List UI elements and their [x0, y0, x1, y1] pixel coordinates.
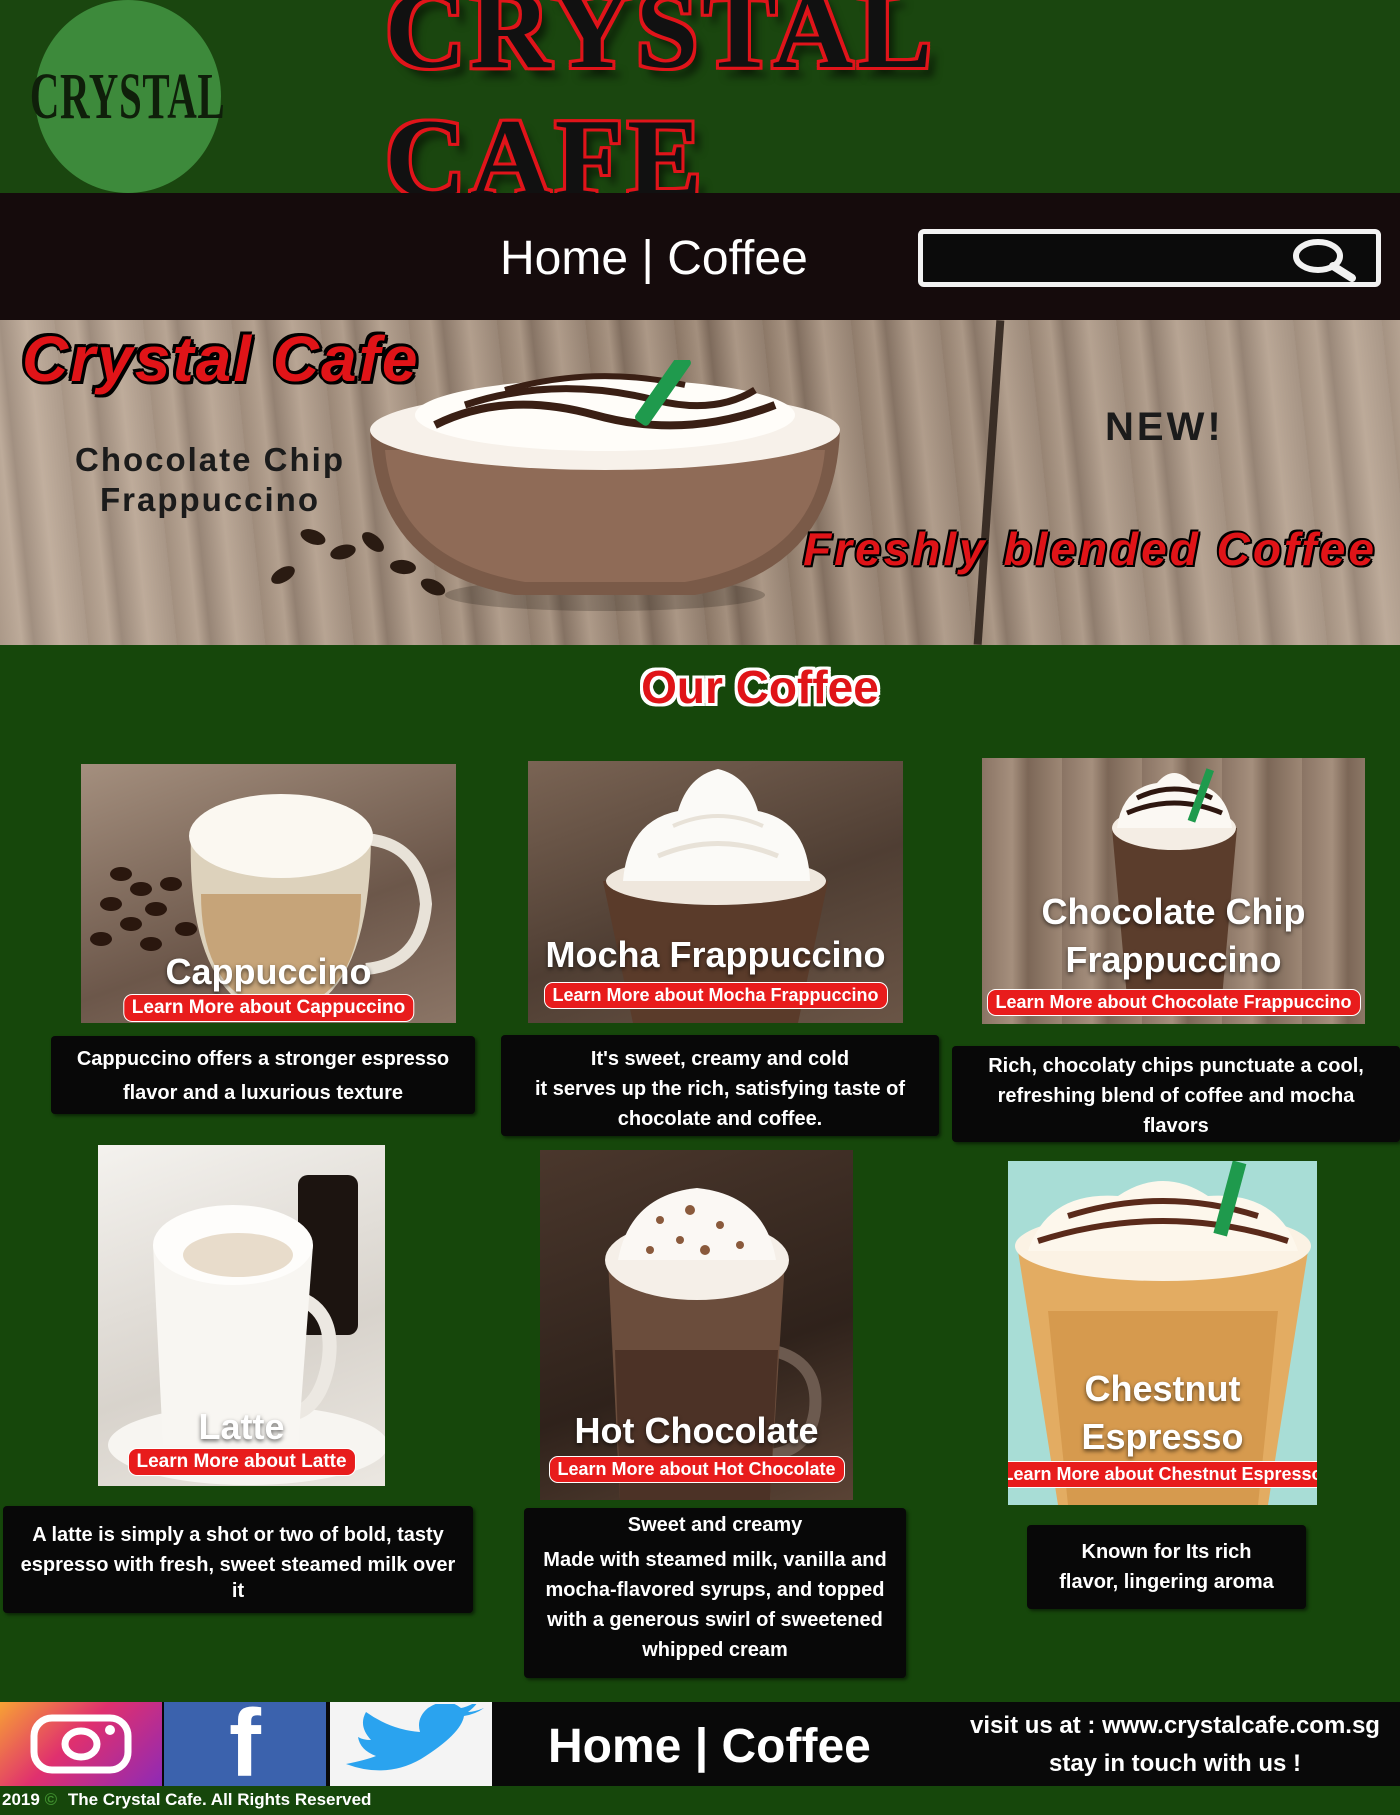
- footer-nav-separator: |: [694, 1720, 709, 1773]
- product-description: It's sweet, creamy and cold it serves up…: [501, 1035, 939, 1136]
- learn-more-button[interactable]: Learn More about Chocolate Frappuccino: [986, 989, 1361, 1016]
- brand-text: CRYSTAL CAFE: [385, 0, 930, 221]
- learn-more-button[interactable]: Learn More about Chestnut Espresso: [1008, 1461, 1317, 1488]
- description-line: with a generous swirl of sweetened: [547, 1609, 883, 1631]
- search-box: [918, 229, 1381, 287]
- description-line: it serves up the rich, satisfying taste …: [534, 1078, 906, 1100]
- description-line: flavor, lingering aroma: [1059, 1571, 1274, 1593]
- footer-coffee-link[interactable]: Coffee: [721, 1720, 870, 1773]
- facebook-link[interactable]: f: [164, 1690, 326, 1797]
- product-name: Latte: [198, 1406, 285, 1447]
- description-line: Rich, chocolaty chips punctuate a cool,: [988, 1055, 1364, 1077]
- footer-nav: Home | Coffee: [548, 1719, 871, 1774]
- learn-more-button[interactable]: Learn More about Cappuccino: [122, 994, 415, 1022]
- hero-subtitle: Chocolate Chip Frappuccino: [74, 441, 345, 518]
- hero-tagline: Freshly blended Coffee: [803, 523, 1377, 575]
- product-description: Cappuccino offers a stronger espresso fl…: [51, 1036, 475, 1114]
- description-line: whipped cream: [642, 1639, 788, 1661]
- logo[interactable]: CRYSTAL: [30, 0, 225, 193]
- learn-more-button[interactable]: Learn More about Mocha Frappuccino: [543, 982, 888, 1009]
- description-line: refreshing blend of coffee and mocha: [997, 1085, 1355, 1107]
- frappuccino-glass-image: [370, 360, 840, 611]
- product-description: Sweet and creamy Made with steamed milk,…: [524, 1508, 906, 1678]
- description-line: mocha-flavored syrups, and topped: [545, 1579, 885, 1601]
- description-line: it: [231, 1580, 245, 1602]
- product-name: Chocolate Chip Frappuccino: [1041, 891, 1306, 980]
- product-name: Mocha Frappuccino: [545, 934, 886, 975]
- product-name: Cappuccino: [165, 951, 372, 992]
- hero-title: Crystal Cafe: [22, 323, 420, 395]
- description-line: A latte is simply a shot or two of bold,…: [32, 1524, 444, 1546]
- copyright-symbol: ©: [44, 1790, 58, 1809]
- section-title: Our Coffee: [641, 661, 879, 713]
- nav-links: Home | Coffee: [500, 231, 808, 286]
- site-header: CRYSTAL CRYSTAL CAFE: [0, 0, 1400, 221]
- product-name: Chestnut Espresso: [1081, 1368, 1244, 1457]
- nav-home-link[interactable]: Home: [500, 232, 628, 285]
- hero-new-badge: NEW!: [1105, 405, 1224, 449]
- footer-visit-text: visit us at : www.crystalcafe.com.sg: [970, 1712, 1380, 1739]
- search-input[interactable]: [931, 240, 1311, 276]
- nav-coffee-link[interactable]: Coffee: [667, 232, 808, 285]
- facebook-icon: f: [229, 1690, 261, 1797]
- logo-text: CRYSTAL: [30, 59, 226, 133]
- brand-title: CRYSTAL CAFE: [385, 0, 1255, 221]
- copyright-year: 2019: [2, 1790, 40, 1809]
- learn-more-button[interactable]: Learn More about Hot Chocolate: [548, 1456, 845, 1483]
- product-card-latte[interactable]: Latte Learn More about Latte: [98, 1145, 385, 1486]
- description-line: flavor and a luxurious texture: [122, 1082, 404, 1104]
- instagram-link[interactable]: [0, 1702, 162, 1786]
- product-description: A latte is simply a shot or two of bold,…: [3, 1506, 473, 1613]
- description-line: Made with steamed milk, vanilla and: [543, 1549, 887, 1571]
- description-line: Sweet and creamy: [627, 1514, 803, 1536]
- footer-touch-text: stay in touch with us !: [1048, 1750, 1301, 1777]
- description-line: Known for Its rich: [1081, 1541, 1252, 1563]
- copyright-rights: The Crystal Cafe. All Rights Reserved: [67, 1790, 372, 1809]
- twitter-link[interactable]: [330, 1702, 492, 1786]
- product-card-cappuccino[interactable]: Cappuccino Learn More about Cappuccino: [81, 764, 456, 1023]
- product-description: Known for Its rich flavor, lingering aro…: [1027, 1525, 1306, 1609]
- nav-separator: |: [641, 232, 654, 285]
- instagram-icon: [30, 1714, 132, 1774]
- footer-home-link[interactable]: Home: [548, 1720, 681, 1773]
- description-line: Cappuccino offers a stronger espresso: [76, 1048, 450, 1070]
- product-card-hot-chocolate[interactable]: Hot Chocolate Learn More about Hot Choco…: [540, 1150, 853, 1500]
- product-card-chocolate-chip-frappuccino[interactable]: Chocolate Chip Frappuccino Learn More ab…: [982, 758, 1365, 1024]
- description-line: chocolate and coffee.: [617, 1108, 823, 1130]
- product-card-mocha-frappuccino[interactable]: Mocha Frappuccino Learn More about Mocha…: [528, 761, 903, 1023]
- description-line: espresso with fresh, sweet steamed milk …: [20, 1554, 456, 1576]
- product-description: Rich, chocolaty chips punctuate a cool, …: [952, 1046, 1400, 1142]
- description-line: flavors: [1143, 1115, 1209, 1137]
- product-name: Hot Chocolate: [574, 1410, 819, 1451]
- learn-more-button[interactable]: Learn More about Latte: [127, 1448, 356, 1476]
- search-icon[interactable]: [1288, 236, 1358, 282]
- description-line: It's sweet, creamy and cold: [590, 1048, 850, 1070]
- product-card-chestnut-espresso[interactable]: Chestnut Espresso Learn More about Chest…: [1008, 1161, 1317, 1505]
- footer-info: visit us at : www.crystalcafe.com.sg sta…: [960, 1707, 1390, 1783]
- twitter-icon: [346, 1704, 484, 1771]
- copyright-text: 2019 © The Crystal Cafe. All Rights Rese…: [2, 1790, 371, 1810]
